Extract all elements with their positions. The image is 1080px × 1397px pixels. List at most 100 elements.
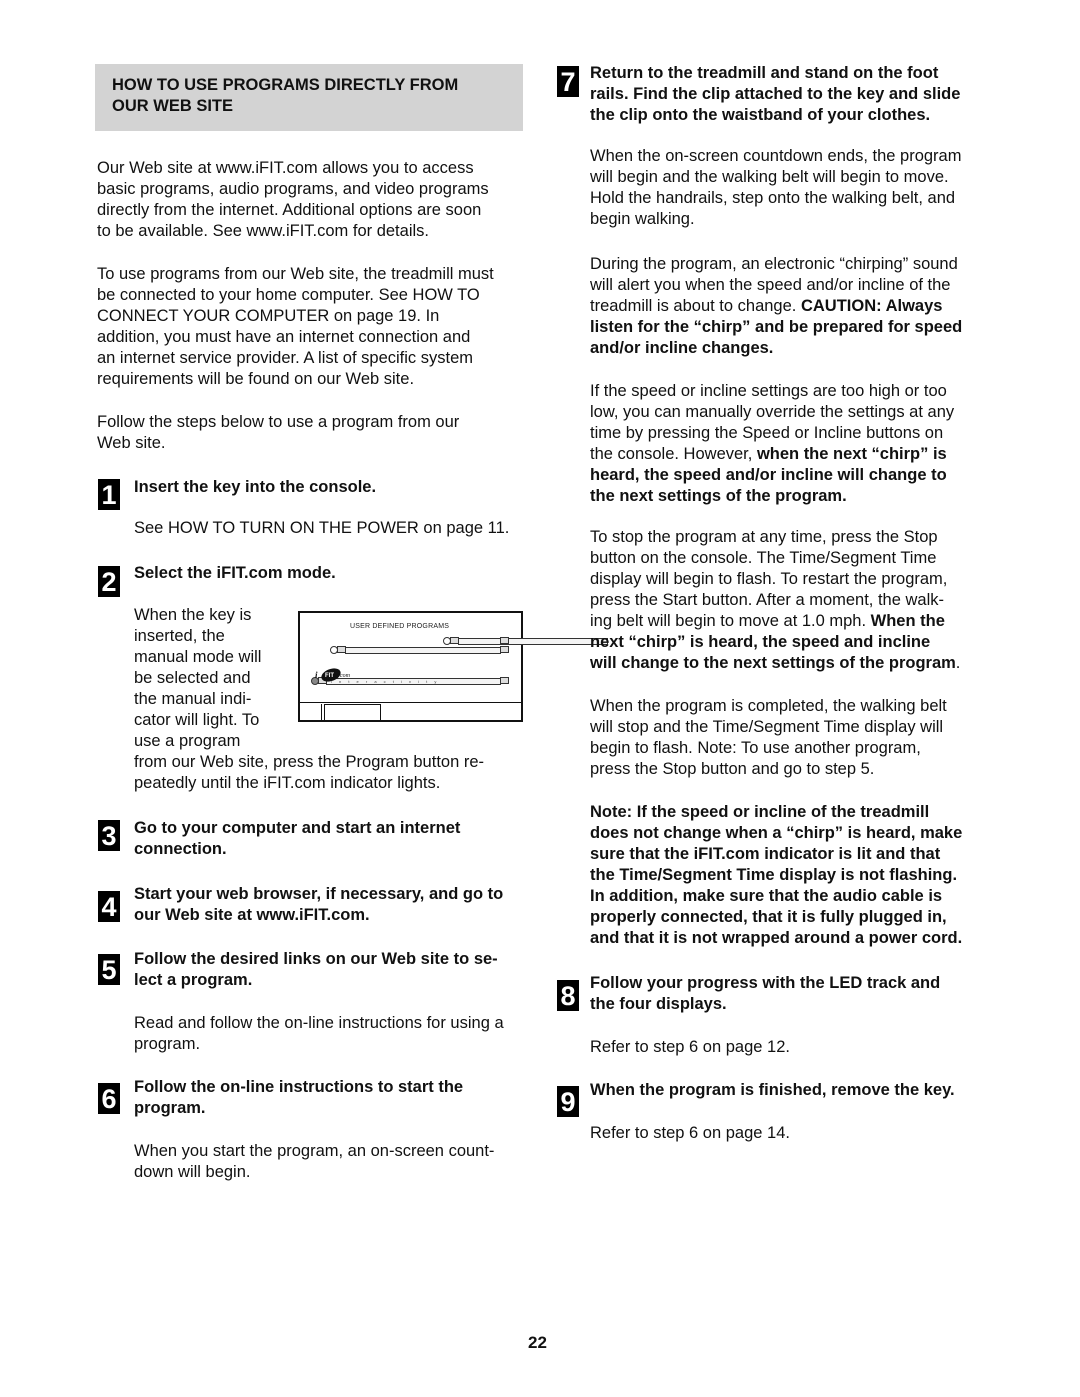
- console-illustration: USER DEFINED PROGRAMS i n t e r a c t i …: [298, 611, 608, 722]
- text-line: will begin and the walking belt will beg…: [590, 168, 949, 186]
- text-line: does not change when a “chirp” is heard,…: [590, 824, 963, 842]
- text-line: See HOW TO TURN ON THE POWER on page 11.: [134, 519, 510, 537]
- text-line: time by pressing the Speed or Incline bu…: [590, 424, 944, 442]
- svg-text:com: com: [340, 673, 351, 679]
- text-line: program.: [134, 1099, 206, 1117]
- step-number-badge: 3: [98, 820, 120, 851]
- text-line: Follow the on-line instructions to start…: [134, 1078, 464, 1096]
- note-paragraph: Note: If the speed or incline of the tre…: [590, 802, 962, 949]
- caution-text: listen for the “chirp” and be prepared f…: [590, 318, 963, 336]
- text-line: Hold the handrails, step onto the walkin…: [590, 189, 956, 207]
- console-divider: [300, 702, 521, 703]
- text-line: properly connected, that it is fully plu…: [590, 908, 947, 926]
- text-line: press the Stop button and go to step 5.: [590, 760, 875, 778]
- emphasis-text: next “chirp” is heard, the speed and inc…: [590, 633, 931, 651]
- text-line: lect a program.: [134, 971, 253, 989]
- emphasis-text: when the next “chirp” is: [756, 445, 947, 463]
- step-7-title: Return to the treadmill and stand on the…: [590, 63, 960, 126]
- text-line: Note: If the speed or incline of the tre…: [590, 803, 930, 821]
- text-line: Go to your computer and start an interne…: [134, 819, 461, 837]
- override-paragraph: If the speed or incline settings are too…: [590, 381, 954, 507]
- text-line: basic programs, audio programs, and vide…: [97, 180, 489, 198]
- emphasis-text: will change to the next settings of the …: [590, 654, 956, 672]
- text-line: press the Start button. After a moment, …: [590, 591, 945, 609]
- text-line: requirements will be found on our Web si…: [97, 370, 415, 388]
- text-line: program.: [134, 1035, 201, 1053]
- text-line: When the on-screen countdown ends, the p…: [590, 147, 962, 165]
- text-line: to be available. See www.iFIT.com for de…: [97, 222, 429, 240]
- step-1-title: Insert the key into the console.: [134, 477, 376, 498]
- text-line: rails. Find the clip attached to the key…: [590, 85, 961, 103]
- text-line: button on the console. The Time/Segment …: [590, 549, 937, 567]
- chirp-paragraph: During the program, an electronic “chirp…: [590, 254, 962, 359]
- step-6-title: Follow the on-line instructions to start…: [134, 1077, 463, 1119]
- text-line: If the speed or incline settings are too…: [590, 382, 947, 400]
- text-line: down will begin.: [134, 1163, 251, 1181]
- bar-end-icon: [500, 646, 509, 653]
- text-line: connection.: [134, 840, 227, 858]
- text-line: Follow the steps below to use a program …: [97, 413, 460, 431]
- text-line: peatedly until the iFIT.com indicator li…: [134, 774, 441, 792]
- text-line: Insert the key into the console.: [134, 478, 377, 496]
- emphasis-text: When the: [870, 612, 945, 630]
- text-line: CONNECT YOUR COMPUTER on page 19. In: [97, 307, 440, 325]
- text-line: When the program is completed, the walki…: [590, 697, 947, 715]
- text-line: begin to flash. Note: To use another pro…: [590, 739, 921, 757]
- text-line: Follow your progress with the LED track …: [590, 974, 941, 992]
- step-6-body: When you start the program, an on-screen…: [134, 1141, 494, 1183]
- bar-end-icon: [500, 637, 509, 644]
- text-line: Start your web browser, if necessary, an…: [134, 885, 504, 903]
- text-line: begin walking.: [590, 210, 695, 228]
- program-bar: [458, 638, 608, 645]
- step-5-body: Read and follow the on-line instructions…: [134, 1013, 504, 1055]
- svg-text:i: i: [315, 670, 318, 680]
- text-line: directly from the internet. Additional o…: [97, 201, 482, 219]
- caution-text: and/or incline changes.: [590, 339, 774, 357]
- completed-paragraph: When the program is completed, the walki…: [590, 696, 947, 780]
- text-line: the Time/Segment Time display is not fla…: [590, 866, 958, 884]
- text-line: use a program: [134, 732, 241, 750]
- step-number-badge: 5: [98, 954, 120, 985]
- text-line: the four displays.: [590, 995, 727, 1013]
- text-line: To use programs from our Web site, the t…: [97, 265, 494, 283]
- step-number-badge: 1: [98, 479, 120, 510]
- text-line: will stop and the Time/Segment Time disp…: [590, 718, 944, 736]
- text-line: Follow the desired links on our Web site…: [134, 950, 498, 968]
- step-number-badge: 8: [557, 980, 579, 1011]
- emphasis-text: the next settings of the program.: [590, 487, 847, 505]
- page-number: 22: [528, 1333, 547, 1352]
- text-line: low, you can manually override the setti…: [590, 403, 955, 421]
- text-line: Refer to step 6 on page 14.: [590, 1124, 790, 1142]
- text-line: Web site.: [97, 434, 166, 452]
- text-line: from our Web site, press the Program but…: [134, 753, 485, 771]
- text-line: .: [955, 654, 961, 672]
- step-number-badge: 7: [557, 66, 579, 97]
- console-caption: USER DEFINED PROGRAMS: [350, 623, 450, 630]
- step-number-badge: 6: [98, 1083, 120, 1114]
- text-line: an internet service provider. A list of …: [97, 349, 473, 367]
- text-line: sure that the iFIT.com indicator is lit …: [590, 845, 941, 863]
- text-line: Our Web site at www.iFIT.com allows you …: [97, 159, 474, 177]
- step-2-title: Select the iFIT.com mode.: [134, 563, 336, 584]
- bar-end-icon: [500, 677, 509, 684]
- text-line: Select the iFIT.com mode.: [134, 564, 336, 582]
- section-heading-line-2: OUR WEB SITE: [112, 97, 234, 115]
- step-9-body: Refer to step 6 on page 14.: [590, 1123, 790, 1144]
- text-line: be connected to your home computer. See …: [97, 286, 480, 304]
- stop-paragraph: To stop the program at any time, press t…: [590, 527, 960, 674]
- text-line: ing belt will begin to move at 1.0 mph.: [590, 612, 871, 630]
- emphasis-text: heard, the speed and/or incline will cha…: [590, 466, 947, 484]
- step-number-badge: 9: [557, 1086, 579, 1117]
- intro-paragraph-1: Our Web site at www.iFIT.com allows you …: [97, 158, 489, 242]
- intro-paragraph-3: Follow the steps below to use a program …: [97, 412, 459, 454]
- text-line: When you start the program, an on-screen…: [134, 1142, 495, 1160]
- section-heading: HOW TO USE PROGRAMS DIRECTLY FROM OUR WE…: [95, 64, 523, 131]
- step-5-title: Follow the desired links on our Web site…: [134, 949, 498, 991]
- step-9-title: When the program is finished, remove the…: [590, 1080, 955, 1101]
- text-line: Read and follow the on-line instructions…: [134, 1014, 504, 1032]
- step-8-title: Follow your progress with the LED track …: [590, 973, 940, 1015]
- text-line: Refer to step 6 on page 12.: [590, 1038, 790, 1056]
- text-line: and that it is not wrapped around a powe…: [590, 929, 963, 947]
- step-1-body: See HOW TO TURN ON THE POWER on page 11.: [134, 518, 509, 539]
- text-line: During the program, an electronic “chirp…: [590, 255, 958, 273]
